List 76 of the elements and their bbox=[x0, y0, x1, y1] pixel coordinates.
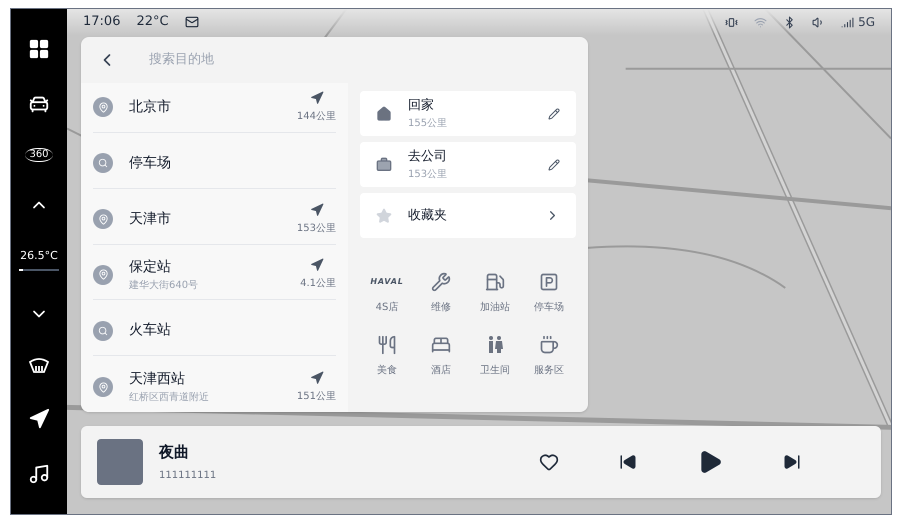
fuel-pump-icon bbox=[485, 272, 505, 292]
result-item[interactable]: 天津西站 红桥区西青道附近 151公里 bbox=[93, 362, 336, 412]
category-button[interactable]: 美食 bbox=[360, 335, 414, 378]
signal-icon bbox=[841, 16, 854, 28]
result-distance: 151公里 bbox=[296, 390, 336, 404]
category-button[interactable]: 服务区 bbox=[522, 335, 576, 378]
result-name: 保定站 bbox=[129, 258, 172, 277]
location-pin-icon bbox=[93, 97, 113, 118]
navigate-icon[interactable] bbox=[310, 202, 324, 217]
wrench-icon bbox=[431, 272, 451, 292]
fan-level-track[interactable] bbox=[19, 268, 59, 271]
result-item[interactable]: 停车场 bbox=[93, 138, 336, 189]
shortcut-distance: 153公里 bbox=[408, 168, 448, 182]
like-button[interactable] bbox=[539, 452, 559, 472]
category-button[interactable]: 酒店 bbox=[414, 335, 468, 378]
shortcut-card[interactable]: 回家 155公里 bbox=[360, 91, 576, 136]
defrost-icon[interactable] bbox=[28, 357, 50, 376]
bed-icon bbox=[431, 335, 451, 355]
clock: 17:06 bbox=[83, 13, 120, 32]
result-name: 停车场 bbox=[129, 154, 172, 173]
result-item[interactable]: 火车站 bbox=[93, 306, 336, 356]
service-area-icon bbox=[539, 335, 559, 355]
shortcut-card[interactable]: 去公司 153公里 bbox=[360, 142, 576, 187]
edit-icon[interactable] bbox=[548, 108, 560, 120]
result-address: 红桥区西青道附近 bbox=[129, 390, 210, 406]
search-field[interactable]: 搜索目的地 bbox=[149, 50, 449, 70]
briefcase-icon bbox=[376, 156, 392, 172]
song-title: 夜曲 bbox=[159, 442, 190, 464]
artist-name: 111111111 bbox=[159, 468, 218, 483]
result-item[interactable]: 北京市 144公里 bbox=[93, 83, 336, 133]
result-name: 火车站 bbox=[129, 321, 172, 340]
vibrate-icon bbox=[725, 16, 738, 28]
shortcut-card[interactable]: 收藏夹 bbox=[360, 193, 576, 238]
edit-icon[interactable] bbox=[548, 158, 560, 170]
result-name: 北京市 bbox=[129, 98, 172, 117]
album-cover bbox=[97, 439, 143, 485]
navigation-icon[interactable] bbox=[28, 408, 50, 430]
brand-logo: HAVAL bbox=[370, 276, 404, 288]
home-icon bbox=[376, 106, 392, 122]
temperature-reading: 26.5°C bbox=[20, 248, 58, 264]
result-name: 天津西站 bbox=[129, 370, 186, 390]
shortcut-title: 回家 bbox=[408, 97, 435, 116]
next-button[interactable] bbox=[783, 453, 801, 471]
music-icon[interactable] bbox=[28, 463, 50, 486]
result-name: 天津市 bbox=[129, 210, 172, 229]
parking-icon bbox=[539, 272, 559, 292]
category-button[interactable]: HAVAL 4S店 bbox=[360, 272, 414, 315]
navigate-icon[interactable] bbox=[310, 90, 324, 105]
category-button[interactable]: 加油站 bbox=[468, 272, 522, 315]
result-distance: 153公里 bbox=[296, 222, 336, 236]
shortcut-title: 去公司 bbox=[408, 148, 448, 166]
wifi-icon bbox=[754, 16, 768, 28]
location-pin-icon bbox=[93, 264, 113, 285]
navigate-icon[interactable] bbox=[310, 258, 324, 272]
result-distance: 144公里 bbox=[296, 110, 336, 124]
category-button[interactable]: 维修 bbox=[414, 272, 468, 315]
result-item[interactable]: 天津市 153公里 bbox=[93, 194, 336, 245]
shortcut-distance: 155公里 bbox=[408, 116, 448, 131]
result-item[interactable]: 保定站 建华大街640号 4.1公里 bbox=[93, 250, 336, 300]
apps-icon[interactable] bbox=[28, 38, 50, 60]
search-icon bbox=[93, 153, 113, 174]
category-button[interactable]: 卫生间 bbox=[468, 335, 522, 378]
location-pin-icon bbox=[93, 209, 113, 230]
result-address: 建华大街640号 bbox=[129, 278, 200, 293]
result-distance: 4.1公里 bbox=[300, 277, 336, 292]
mail-icon[interactable] bbox=[184, 15, 199, 29]
previous-button[interactable] bbox=[619, 453, 637, 471]
location-pin-icon bbox=[93, 377, 113, 398]
utensils-icon bbox=[377, 335, 397, 355]
category-button[interactable]: 停车场 bbox=[522, 272, 576, 315]
shortcut-title: 收藏夹 bbox=[408, 206, 448, 225]
network-type: 5G bbox=[858, 14, 875, 31]
search-icon bbox=[93, 320, 113, 341]
star-icon bbox=[376, 208, 392, 224]
weather-temperature: 22°C bbox=[136, 13, 169, 32]
navigate-icon[interactable] bbox=[310, 370, 324, 385]
